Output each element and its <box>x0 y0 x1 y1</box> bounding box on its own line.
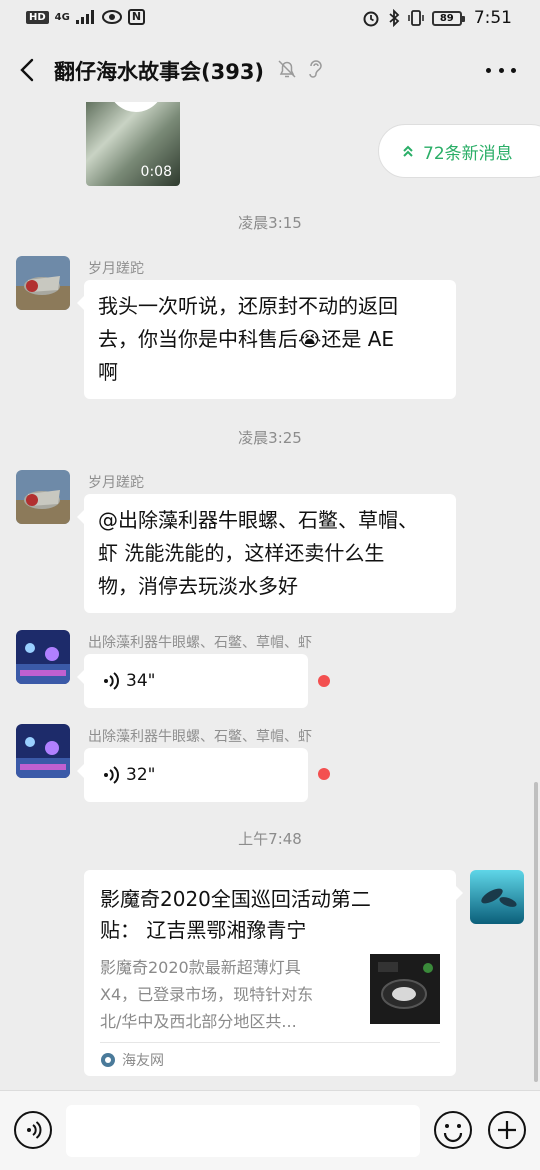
message-line: @出除藻利器牛眼螺、石鳖、草帽、 <box>98 508 418 532</box>
status-left: HD 4G N <box>26 9 146 25</box>
divider <box>100 1042 440 1043</box>
video-duration: 0:08 <box>140 164 172 180</box>
sender-name: 出除藻利器牛眼螺、石鳖、草帽、虾 <box>88 729 312 745</box>
voice-duration: 34" <box>126 671 156 691</box>
video-message[interactable]: 0:08 <box>86 102 180 186</box>
link-desc-line: 影魔奇2020款最新超薄灯具 <box>100 958 301 977</box>
status-right: 89 7:51 <box>362 8 512 28</box>
smiley-icon <box>443 1124 463 1143</box>
avatar[interactable] <box>16 256 70 310</box>
voice-wave-icon <box>27 1121 42 1139</box>
link-card-bubble[interactable]: 影魔奇2020全国巡回活动第二 贴： 辽吉黑鄂湘豫青宁 影魔奇2020款最新超薄… <box>84 870 463 1076</box>
avatar[interactable] <box>16 470 70 524</box>
scrollbar[interactable] <box>534 782 538 1082</box>
sender-name: 出除藻利器牛眼螺、石鳖、草帽、虾 <box>88 635 312 651</box>
link-source-name: 海友网 <box>122 1053 164 1069</box>
link-description: 影魔奇2020款最新超薄灯具 X4，已登录市场，现特针对东 北/华中及西北部分地… <box>100 954 340 1035</box>
eye-icon <box>101 10 122 24</box>
avatar[interactable] <box>16 724 70 778</box>
bluetooth-icon <box>389 9 400 27</box>
voice-wave-icon <box>104 672 119 690</box>
message-list[interactable]: 0:08 72条新消息 凌晨3:15 岁月蹉跎 我头一次听说，还原封不动的返回 … <box>0 102 540 1090</box>
my-avatar[interactable] <box>470 870 524 924</box>
link-thumbnail <box>370 954 440 1024</box>
new-messages-label: 72条新消息 <box>423 143 513 164</box>
timestamp: 凌晨3:25 <box>238 429 302 447</box>
back-arrow-icon[interactable] <box>14 56 42 84</box>
link-title-line: 影魔奇2020全国巡回活动第二 <box>100 887 371 911</box>
earpiece-icon <box>309 60 322 78</box>
chat-header: 翻仔海水故事会(393) <box>0 38 540 102</box>
message-line: 啊 <box>98 360 118 384</box>
hd-badge: HD <box>26 10 49 24</box>
message-line: 去，你当你是中科售后😭还是 AE <box>98 327 395 351</box>
nfc-icon: N <box>127 9 146 25</box>
more-actions-button[interactable] <box>488 1111 526 1149</box>
timestamp: 上午7:48 <box>238 830 302 848</box>
new-messages-banner[interactable]: 72条新消息 <box>378 124 540 178</box>
link-source: 海友网 <box>100 1050 164 1070</box>
signal-icon <box>75 10 94 24</box>
battery-level: 89 <box>439 12 454 24</box>
voice-input-button[interactable] <box>14 1111 52 1149</box>
message-input[interactable] <box>66 1105 420 1157</box>
more-options-icon[interactable] <box>486 60 516 80</box>
voice-message-bubble[interactable]: 34" <box>77 654 308 708</box>
link-title: 影魔奇2020全国巡回活动第二 贴： 辽吉黑鄂湘豫青宁 <box>100 884 440 946</box>
network-label: 4G <box>54 11 70 23</box>
input-bar <box>0 1090 540 1170</box>
voice-message-bubble[interactable]: 32" <box>77 748 308 802</box>
unread-dot <box>318 675 330 687</box>
emoji-button[interactable] <box>434 1111 472 1149</box>
link-desc-line: 北/华中及西北部分地区共... <box>100 1012 297 1031</box>
vibrate-icon <box>408 10 424 26</box>
battery-icon: 89 <box>431 10 465 26</box>
source-logo-icon <box>101 1053 115 1067</box>
mute-bell-icon <box>278 60 296 78</box>
message-line: 物，消停去玩淡水多好 <box>98 574 298 598</box>
plus-icon <box>498 1121 516 1139</box>
text-message-bubble[interactable]: 我头一次听说，还原封不动的返回 去，你当你是中科售后😭还是 AE 啊 <box>77 280 456 399</box>
voice-wave-icon <box>104 766 119 784</box>
status-bar: HD 4G N 89 7:51 <box>0 0 540 38</box>
avatar[interactable] <box>16 630 70 684</box>
link-desc-line: X4，已登录市场，现特针对东 <box>100 985 314 1004</box>
sender-name: 岁月蹉跎 <box>88 261 144 277</box>
link-title-line: 贴： 辽吉黑鄂湘豫青宁 <box>100 918 307 942</box>
double-chevron-up-icon <box>403 145 413 157</box>
message-line: 我头一次听说，还原封不动的返回 <box>98 294 398 318</box>
message-line: 虾 洗能洗能的，这样还卖什么生 <box>98 541 385 565</box>
alarm-icon <box>363 11 379 27</box>
chat-title: 翻仔海水故事会(393) <box>54 60 265 84</box>
unread-dot <box>318 768 330 780</box>
timestamp: 凌晨3:15 <box>238 214 302 232</box>
text-message-bubble[interactable]: @出除藻利器牛眼螺、石鳖、草帽、 虾 洗能洗能的，这样还卖什么生 物，消停去玩淡… <box>77 494 456 613</box>
voice-duration: 32" <box>126 765 156 785</box>
sender-name: 岁月蹉跎 <box>88 475 144 491</box>
clock: 7:51 <box>473 8 512 28</box>
